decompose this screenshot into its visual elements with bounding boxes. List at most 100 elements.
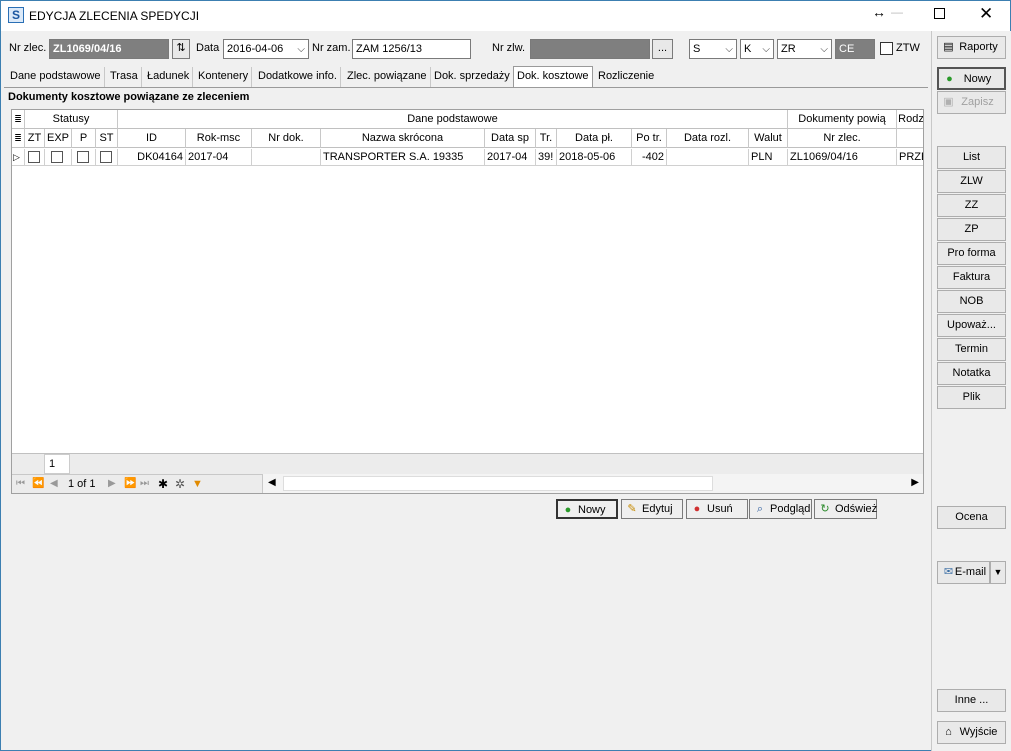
add-document-label: Nowy (578, 504, 606, 516)
filter-icon[interactable]: ▼ (192, 478, 203, 490)
tab-trasa[interactable]: Trasa (107, 67, 142, 87)
col-p[interactable]: P (72, 129, 96, 148)
col-rodz[interactable] (897, 129, 923, 148)
main-window: S EDYCJA ZLECENIA SPEDYCJI ↔ — ✕ Nr zlec… (0, 0, 1011, 751)
delete-icon: ● (693, 503, 701, 515)
close-button[interactable]: ✕ (979, 4, 993, 24)
email-label: E-mail (954, 566, 987, 578)
add-document-button[interactable]: ● Nowy (556, 499, 618, 519)
scroll-right-icon[interactable]: ▶ (911, 477, 919, 488)
col-nr-zlec[interactable]: Nr zlec. (788, 129, 897, 148)
st-checkbox[interactable] (100, 151, 112, 163)
tab-dane-podstawowe[interactable]: Dane podstawowe (7, 67, 105, 87)
prev-page-icon[interactable]: ◀ (50, 478, 58, 489)
list-button[interactable]: List (937, 146, 1006, 169)
pro-forma-button[interactable]: Pro forma (937, 242, 1006, 265)
file-button[interactable]: Plik (937, 386, 1006, 409)
ztw-checkbox[interactable] (880, 42, 893, 55)
p-checkbox[interactable] (77, 151, 89, 163)
col-po-tr[interactable]: Po tr. (632, 129, 667, 148)
tab-zlec-powiazane[interactable]: Zlec. powiązane (344, 67, 431, 87)
deadline-button[interactable]: Termin (937, 338, 1006, 361)
preview-button[interactable]: ⌕ Podgląd (749, 499, 812, 519)
tab-dok-kosztowe[interactable]: Dok. kosztowe (513, 66, 593, 88)
col-zt[interactable]: ZT (25, 129, 45, 148)
tab-kontenery[interactable]: Kontenery (195, 67, 253, 87)
envelope-icon: ✉ (943, 566, 954, 578)
nr-zlec-field[interactable]: ZL1069/04/16 (49, 39, 169, 59)
col-st[interactable]: ST (96, 129, 118, 148)
note-button[interactable]: Notatka (937, 362, 1006, 385)
col-data-pl[interactable]: Data pł. (557, 129, 632, 148)
email-dropdown-button[interactable]: ▼ (990, 561, 1006, 584)
tab-dodatkowe-info[interactable]: Dodatkowe info. (255, 67, 341, 87)
ce-field[interactable]: CE (835, 39, 875, 59)
nr-zlec-label: Nr zlec. (9, 42, 47, 54)
preview-label: Podgląd (770, 503, 811, 515)
group-dokumenty: Dokumenty powią (788, 110, 897, 129)
col-data-rozl[interactable]: Data rozl. (667, 129, 749, 148)
horizontal-scrollbar[interactable]: ◀ ▶ (262, 474, 923, 493)
exit-button[interactable]: ⌂ Wyjście (937, 721, 1006, 744)
col-nr-dok[interactable]: Nr dok. (252, 129, 321, 148)
more-button[interactable]: Inne ... (937, 689, 1006, 712)
tab-rozliczenie[interactable]: Rozliczenie (595, 67, 657, 87)
select-s[interactable]: S ⌵ (689, 39, 737, 59)
select-zr-value: ZR (781, 43, 796, 55)
last-page-icon[interactable]: ⏭ (140, 478, 149, 489)
edit-button[interactable]: ✎ Edytuj (621, 499, 683, 519)
nob-button[interactable]: NOB (937, 290, 1006, 313)
number-generator-button[interactable]: ⇅ (172, 39, 190, 59)
prev-block-icon[interactable]: ⏪ (32, 478, 44, 489)
exp-checkbox[interactable] (51, 151, 63, 163)
browse-button[interactable]: ... (652, 39, 673, 59)
select-k[interactable]: K ⌵ (740, 39, 774, 59)
select-zr[interactable]: ZR ⌵ (777, 39, 832, 59)
cell-po-tr: -402 (632, 149, 667, 166)
maximize-button[interactable] (934, 8, 945, 19)
nr-zlw-field[interactable] (530, 39, 650, 59)
scrollbar-thumb[interactable] (283, 476, 713, 491)
tab-ladunek[interactable]: Ładunek (144, 67, 194, 87)
table-row[interactable]: ▷ DK04164 2017-04 TRANSPORTER S.A. 19335… (12, 149, 923, 166)
email-button[interactable]: ✉ E-mail (937, 561, 990, 584)
minimize-button[interactable]: — (889, 5, 905, 21)
group-dane-podstawowe: Dane podstawowe (118, 110, 788, 129)
col-id[interactable]: ID (118, 129, 186, 148)
nr-zam-field[interactable]: ZAM 1256/13 (352, 39, 471, 59)
tab-dok-sprzedazy[interactable]: Dok. sprzedaży (431, 67, 514, 87)
edit-icon: ✎ (627, 503, 637, 515)
zlw-button[interactable]: ZLW (937, 170, 1006, 193)
date-field[interactable]: 2016-04-06 ⌵ (223, 39, 309, 59)
select-s-value: S (693, 43, 701, 55)
col-waluta[interactable]: Walut (749, 129, 788, 148)
invoice-button[interactable]: Faktura (937, 266, 1006, 289)
add-row-icon[interactable]: ✱ (158, 477, 168, 491)
rating-button[interactable]: Ocena (937, 506, 1006, 529)
new-order-button[interactable]: ● Nowy (937, 67, 1006, 90)
new-row-icon[interactable]: ✲ (175, 477, 185, 491)
refresh-button[interactable]: ↻ Odśwież (814, 499, 877, 519)
chevron-down-icon: ⌵ (297, 44, 305, 55)
col-tr[interactable]: Tr. (536, 129, 557, 148)
authorization-button[interactable]: Upoważ... (937, 314, 1006, 337)
col-exp[interactable]: EXP (45, 129, 72, 148)
first-page-icon[interactable]: ⏮ (16, 478, 25, 489)
next-block-icon[interactable]: ⏩ (124, 478, 136, 489)
zt-checkbox[interactable] (28, 151, 40, 163)
zz-button[interactable]: ZZ (937, 194, 1006, 217)
cell-st (96, 149, 118, 166)
reports-button[interactable]: ▤ Raporty (937, 36, 1006, 59)
col-rok-msc[interactable]: Rok-msc (186, 129, 252, 148)
column-chooser-icon[interactable]: ≣ (12, 110, 25, 129)
zp-button[interactable]: ZP (937, 218, 1006, 241)
cell-rodz: PRZE (899, 151, 923, 163)
col-nazwa-skrocona[interactable]: Nazwa skrócona (321, 129, 485, 148)
next-page-icon[interactable]: ▶ (108, 478, 116, 489)
row-selector-header-icon[interactable]: ≣ (12, 129, 25, 148)
resize-icon[interactable]: ↔ (872, 4, 886, 20)
delete-button[interactable]: ● Usuń (686, 499, 748, 519)
col-data-sp[interactable]: Data sp (485, 129, 536, 148)
save-button[interactable]: ▣ Zapisz (937, 91, 1006, 114)
scroll-left-icon[interactable]: ◀ (268, 477, 276, 488)
